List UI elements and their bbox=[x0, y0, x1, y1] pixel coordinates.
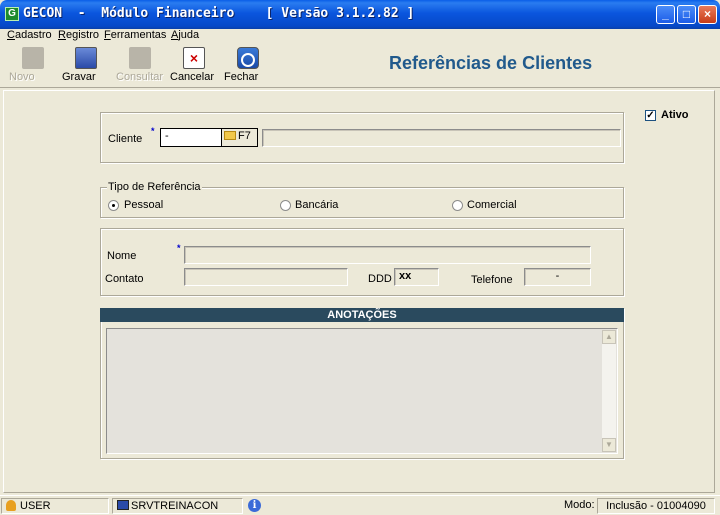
cliente-code-input[interactable]: - bbox=[160, 128, 222, 147]
menu-ajuda[interactable]: Ajuda bbox=[171, 29, 199, 41]
ddd-label: DDD bbox=[368, 273, 392, 285]
menu-bar: Cadastro Registro Ferramentas Ajuda bbox=[0, 29, 720, 43]
radio-comercial-label: Comercial bbox=[467, 199, 517, 211]
nome-input[interactable] bbox=[184, 246, 591, 264]
info-icon: i bbox=[248, 499, 261, 512]
page-title: Referências de Clientes bbox=[389, 53, 593, 73]
cliente-name-field bbox=[262, 129, 621, 147]
menu-ferramentas[interactable]: Ferramentas bbox=[104, 29, 166, 41]
tipo-referencia-group: Tipo de Referência bbox=[100, 181, 624, 218]
user-icon bbox=[6, 500, 16, 511]
close-form-button[interactable]: Fechar bbox=[224, 47, 272, 85]
scroll-up-icon[interactable]: ▲ bbox=[602, 330, 616, 344]
search-button-label: Consultar bbox=[116, 71, 164, 83]
app-logo-icon: G bbox=[5, 7, 19, 21]
save-button[interactable]: Gravar bbox=[62, 47, 110, 85]
window-title: GECON - Módulo Financeiro [ Versão 3.1.2… bbox=[23, 6, 415, 21]
status-server-panel: SRVTREINACON bbox=[112, 498, 243, 514]
radio-pessoal[interactable] bbox=[108, 200, 119, 211]
close-form-button-label: Fechar bbox=[224, 71, 259, 83]
close-icon[interactable]: × bbox=[698, 5, 717, 24]
cliente-lookup-button[interactable]: F7 bbox=[221, 128, 258, 147]
scroll-down-icon[interactable]: ▼ bbox=[602, 438, 616, 452]
notes-scrollbar[interactable]: ▲ ▼ bbox=[602, 330, 616, 452]
title-bar[interactable]: G GECON - Módulo Financeiro [ Versão 3.1… bbox=[0, 0, 720, 29]
power-icon bbox=[237, 47, 259, 69]
nome-label: Nome bbox=[107, 250, 137, 262]
status-server: SRVTREINACON bbox=[131, 500, 219, 512]
radio-bancaria[interactable] bbox=[280, 200, 291, 211]
ddd-input[interactable]: xx bbox=[394, 268, 439, 286]
new-button[interactable]: Novo bbox=[9, 47, 57, 85]
computer-icon bbox=[117, 500, 129, 510]
telefone-input[interactable]: - bbox=[524, 268, 591, 286]
save-button-label: Gravar bbox=[62, 71, 96, 83]
cliente-required-mark: * bbox=[151, 126, 155, 136]
save-icon bbox=[75, 47, 97, 69]
cliente-label: Cliente bbox=[108, 133, 143, 145]
cancel-icon: × bbox=[183, 47, 205, 69]
radio-pessoal-label: Pessoal bbox=[124, 199, 164, 211]
radio-bancaria-label: Bancária bbox=[295, 199, 339, 211]
lookup-key-label: F7 bbox=[238, 130, 251, 142]
menu-cadastro[interactable]: Cadastro bbox=[7, 29, 52, 41]
nome-required-mark: * bbox=[177, 243, 181, 253]
folder-icon bbox=[224, 131, 236, 140]
status-user: USER bbox=[20, 500, 51, 512]
minimize-icon[interactable]: _ bbox=[656, 5, 675, 24]
contato-label: Contato bbox=[105, 273, 144, 285]
anotacoes-textarea[interactable]: ▲ ▼ bbox=[106, 328, 618, 454]
toolbar: Novo Gravar Consultar × Cancelar Fechar … bbox=[0, 43, 720, 88]
ativo-checkbox[interactable]: ✓ bbox=[645, 110, 656, 121]
ativo-label: Ativo bbox=[661, 109, 689, 121]
search-icon bbox=[129, 47, 151, 69]
new-button-label: Novo bbox=[9, 71, 35, 83]
status-user-panel: USER bbox=[1, 498, 109, 514]
cancel-button-label: Cancelar bbox=[170, 71, 215, 83]
status-bar: USER SRVTREINACON i Modo: Inclusão - 010… bbox=[0, 495, 720, 515]
search-button[interactable]: Consultar bbox=[116, 47, 164, 85]
menu-registro[interactable]: Registro bbox=[58, 29, 99, 41]
status-mode-value: Inclusão - 01004090 bbox=[597, 498, 715, 514]
cancel-button[interactable]: × Cancelar bbox=[170, 47, 218, 85]
radio-comercial[interactable] bbox=[452, 200, 463, 211]
tipo-referencia-legend: Tipo de Referência bbox=[107, 181, 202, 193]
maximize-icon[interactable]: □ bbox=[677, 5, 696, 24]
telefone-label: Telefone bbox=[471, 274, 513, 286]
status-mode-label: Modo: bbox=[564, 499, 595, 511]
anotacoes-header: ANOTAÇÕES bbox=[100, 308, 624, 322]
contato-input[interactable] bbox=[184, 268, 348, 286]
new-icon bbox=[22, 47, 44, 69]
